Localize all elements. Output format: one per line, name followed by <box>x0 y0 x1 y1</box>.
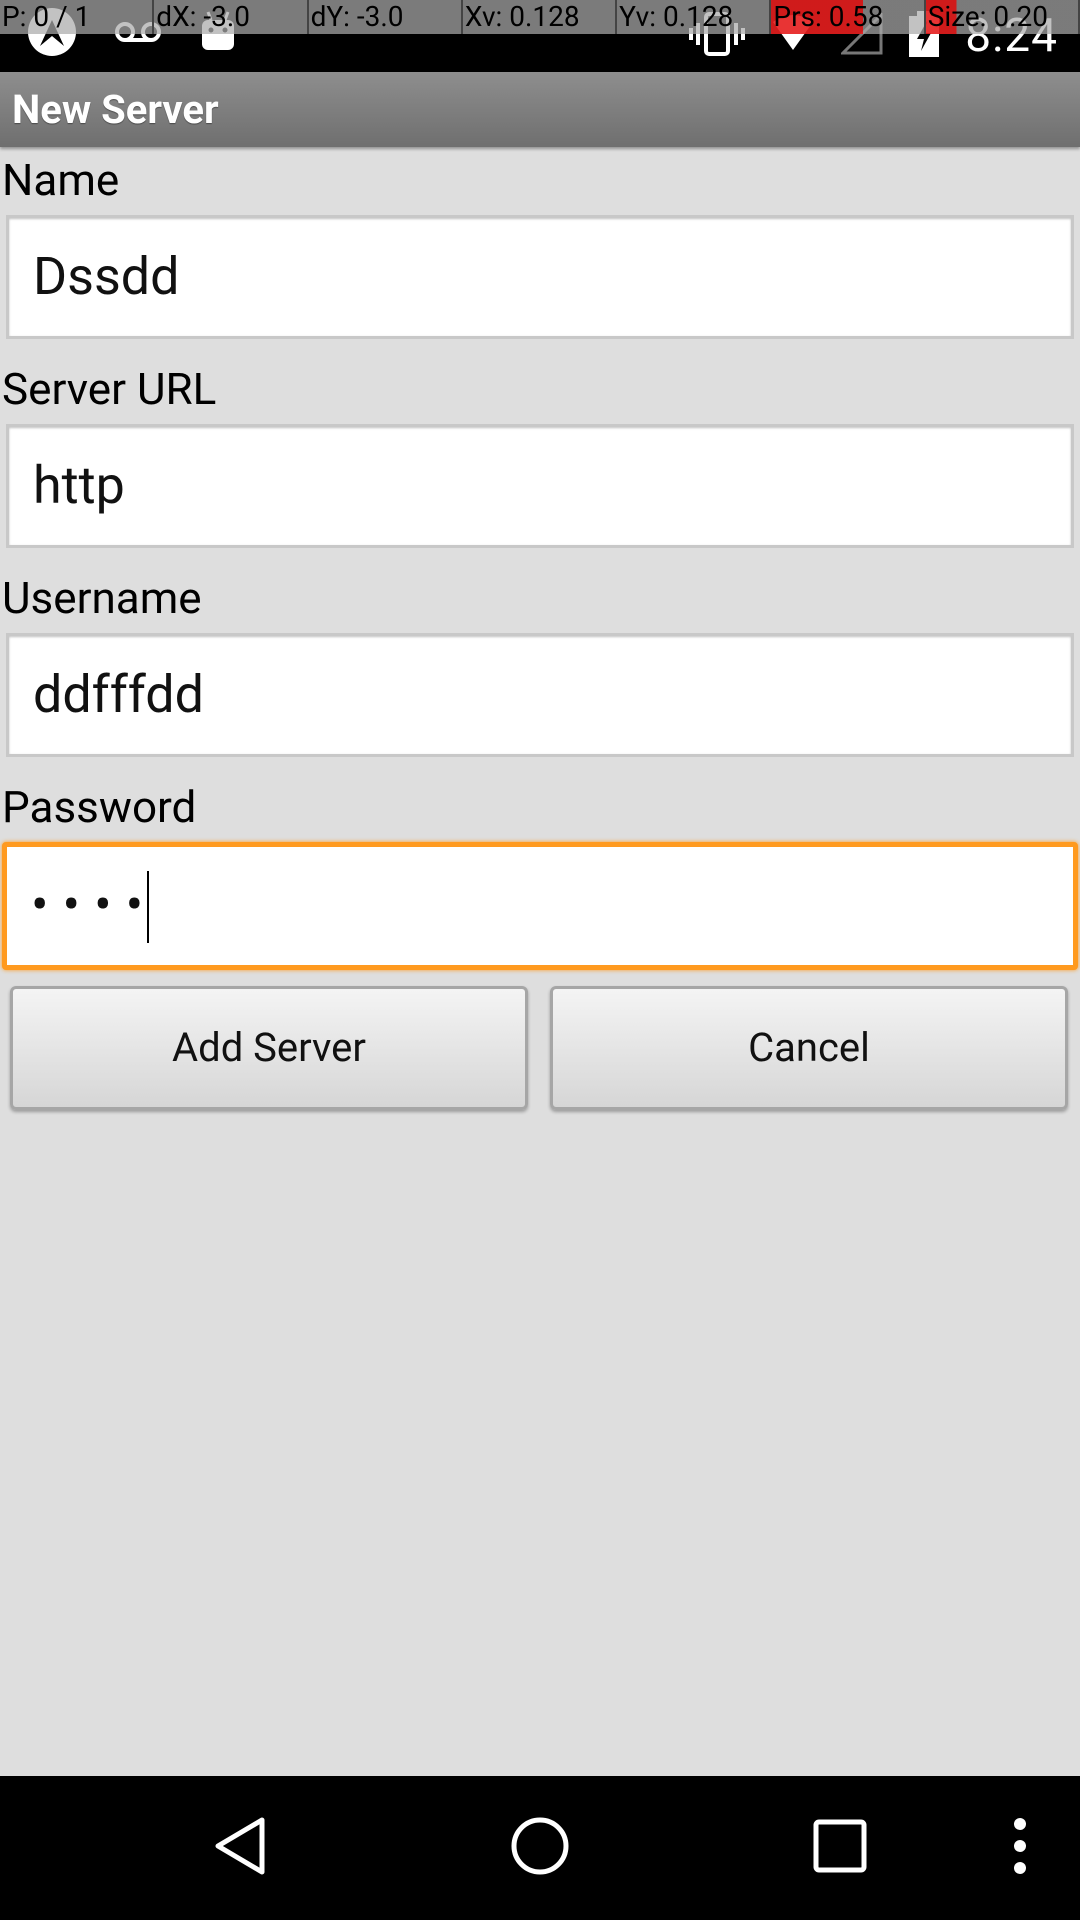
password-value: •••• <box>31 874 158 936</box>
status-left-icons <box>26 6 238 62</box>
add-server-button[interactable]: Add Server <box>10 986 528 1110</box>
wifi-icon <box>771 14 815 58</box>
server-url-field[interactable]: http <box>6 424 1074 548</box>
voicemail-icon <box>114 17 162 51</box>
android-icon <box>198 10 238 58</box>
recents-icon <box>813 1819 867 1877</box>
status-right-icons: 8:24 <box>689 6 1058 66</box>
name-field[interactable]: Dssdd <box>6 215 1074 339</box>
home-icon <box>510 1816 570 1880</box>
recents-button[interactable] <box>800 1776 880 1920</box>
home-button[interactable] <box>500 1776 580 1920</box>
navigation-bar <box>0 1776 1080 1920</box>
overflow-menu-button[interactable] <box>1000 1776 1040 1920</box>
no-signal-icon <box>839 11 883 59</box>
password-field[interactable]: •••• <box>2 842 1078 970</box>
battery-charging-icon <box>909 11 940 61</box>
password-label: Password <box>2 781 197 833</box>
back-icon <box>212 1816 268 1880</box>
server-url-label: Server URL <box>2 363 217 415</box>
username-label: Username <box>2 572 202 624</box>
page-title: New Server <box>12 86 219 133</box>
back-button[interactable] <box>200 1776 280 1920</box>
status-bar: 8:24 <box>0 0 1080 72</box>
cancel-button[interactable]: Cancel <box>550 986 1068 1110</box>
username-field[interactable]: ddfffdd <box>6 633 1074 757</box>
status-clock: 8:24 <box>965 9 1058 63</box>
name-label: Name <box>2 154 120 206</box>
menu-icon <box>1013 1817 1027 1879</box>
text-cursor <box>147 871 150 944</box>
title-bar: New Server <box>0 72 1080 147</box>
app-notification-icon <box>26 6 78 62</box>
vibrate-icon <box>689 11 746 61</box>
